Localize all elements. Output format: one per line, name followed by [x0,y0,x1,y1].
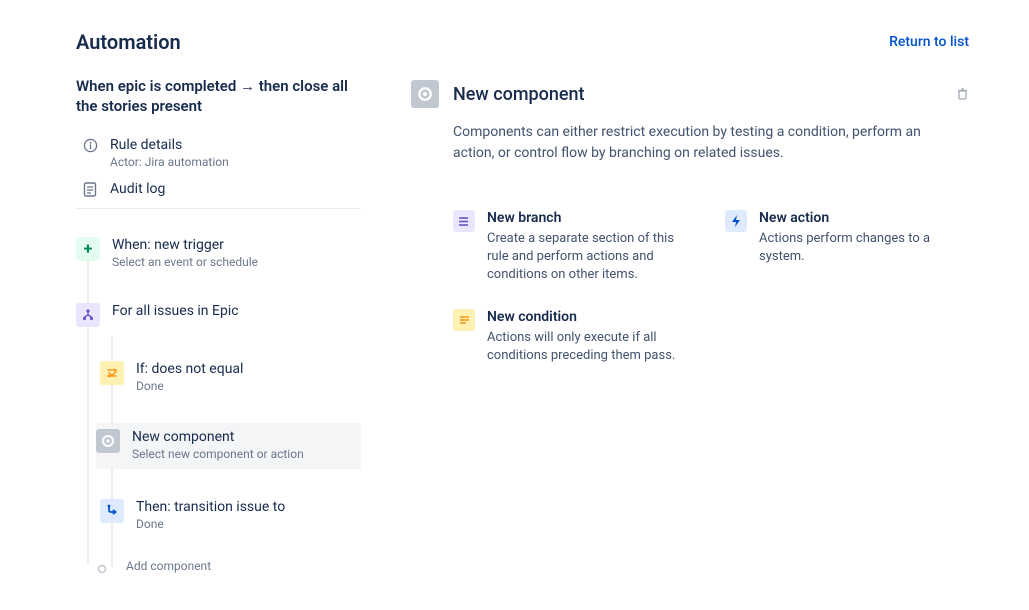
rule-details-row[interactable]: Rule details Actor: Jira automation [76,131,361,175]
new-component-title: New component [132,429,304,445]
branch-title: For all issues in Epic [112,303,239,319]
return-to-list-link[interactable]: Return to list [889,34,969,50]
page-title: Automation [76,30,181,54]
option-condition-desc: Actions will only execute if all conditi… [487,329,697,365]
condition-icon [100,361,124,385]
rule-actor-label: Actor: Jira automation [110,155,229,169]
option-branch-title: New branch [487,210,697,226]
branch-icon [76,303,100,327]
condition-node[interactable]: If: does not equal Done [100,357,361,397]
condition-option-icon [453,309,475,331]
add-component-node[interactable]: Add component [100,553,361,585]
action-node[interactable]: Then: transition issue to Done [100,495,361,535]
option-new-branch[interactable]: New branch Create a separate section of … [453,210,697,285]
plus-icon: + [76,237,100,261]
component-icon [96,429,120,453]
detail-description: Components can either restrict execution… [453,122,969,164]
trigger-node[interactable]: + When: new trigger Select an event or s… [76,233,361,273]
action-title: Then: transition issue to [136,499,285,515]
trigger-sub: Select an event or schedule [112,255,258,269]
transition-icon [100,499,124,523]
detail-title: New component [453,84,948,105]
new-component-sub: Select new component or action [132,447,304,461]
info-icon [82,138,98,154]
audit-log-label: Audit log [110,181,165,197]
rule-name: When epic is completed → then close all … [76,76,361,117]
action-sub: Done [136,517,285,531]
condition-title: If: does not equal [136,361,243,377]
log-icon [82,182,98,198]
action-option-icon [725,210,747,232]
add-component-label: Add component [126,559,211,573]
condition-sub: Done [136,379,243,393]
option-new-action[interactable]: New action Actions perform changes to a … [725,210,969,285]
option-new-condition[interactable]: New condition Actions will only execute … [453,309,697,365]
rule-details-label: Rule details [110,137,229,153]
option-action-title: New action [759,210,969,226]
detail-component-icon [411,80,439,108]
new-component-node[interactable]: New component Select new component or ac… [96,423,361,469]
option-branch-desc: Create a separate section of this rule a… [487,230,697,285]
trigger-title: When: new trigger [112,237,258,253]
option-condition-title: New condition [487,309,697,325]
option-action-desc: Actions perform changes to a system. [759,230,969,266]
add-dot-icon [90,557,114,581]
branch-node[interactable]: For all issues in Epic [76,299,361,331]
branch-option-icon [453,210,475,232]
audit-log-row[interactable]: Audit log [76,175,361,209]
delete-icon[interactable] [956,87,969,101]
